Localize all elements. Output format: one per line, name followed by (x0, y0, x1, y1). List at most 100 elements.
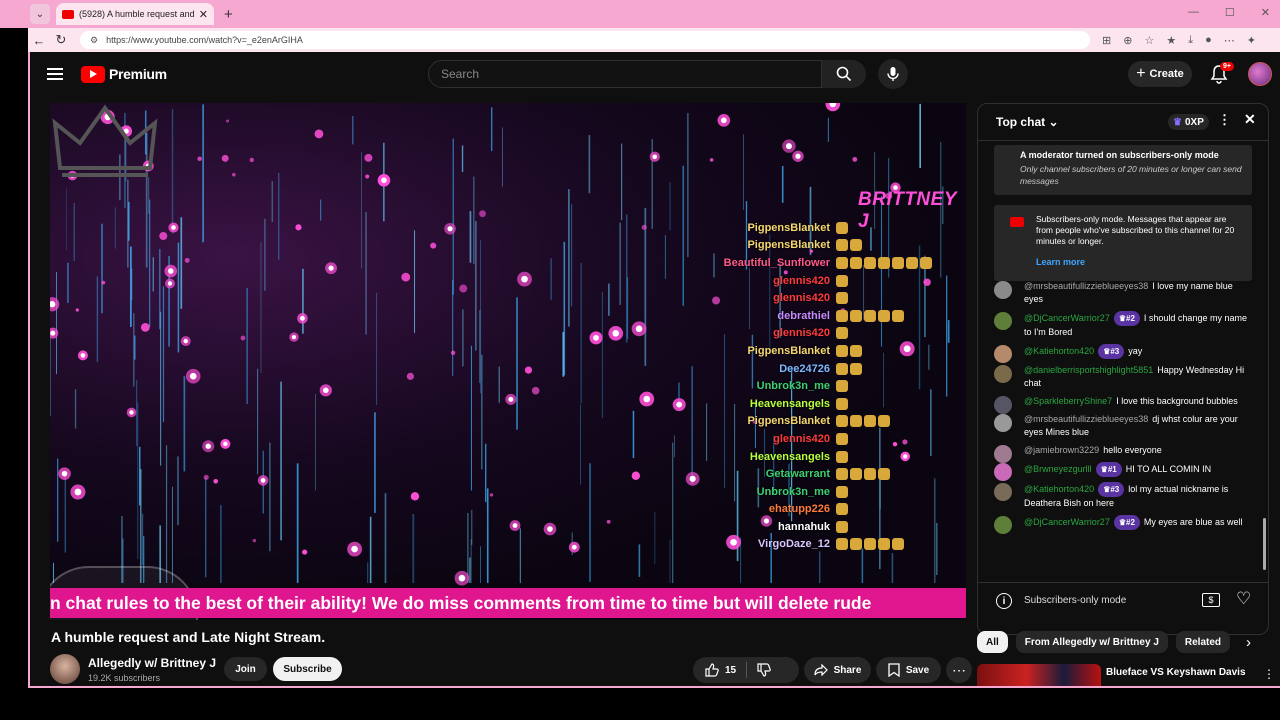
close-window-icon[interactable]: ✕ (1261, 6, 1270, 19)
emote-icon (920, 256, 932, 269)
like-button[interactable]: 15 (705, 663, 736, 677)
bubble-highlight (328, 265, 334, 271)
bookmark-star-icon[interactable]: ☆ (1144, 34, 1154, 47)
search-button[interactable] (822, 60, 866, 88)
pink-bubble (401, 272, 411, 282)
minimize-icon[interactable]: — (1188, 6, 1199, 19)
chat-author-name[interactable]: @mrsbeautifullizzieblueeyes38 (1024, 414, 1148, 424)
zoom-icon[interactable]: ⊕ (1123, 34, 1132, 47)
pink-bubble (197, 156, 202, 162)
pink-bubble (852, 156, 858, 162)
chat-messages: @mrsbeautifullizzieblueeyes38 I love my n… (978, 280, 1262, 535)
voice-search-button[interactable] (878, 59, 908, 89)
recommendation-item[interactable]: Blueface VS Keyshawn Davis ⋮ (977, 664, 1277, 686)
save-button[interactable]: Save (876, 657, 941, 683)
downloads-icon[interactable]: ⤓ (1188, 34, 1193, 47)
filter-chip[interactable]: From Allegedly w/ Brittney J (1015, 631, 1168, 653)
reload-icon[interactable]: ↻ (50, 32, 72, 48)
youtube-icon (1010, 217, 1024, 227)
recommendation-title[interactable]: Blueface VS Keyshawn Davis (1106, 667, 1246, 678)
heart-reaction-icon[interactable]: ♡ (1236, 589, 1251, 609)
chat-author-name[interactable]: @mrsbeautifullizzieblueeyes38 (1024, 281, 1148, 291)
chat-author-avatar[interactable] (994, 463, 1012, 481)
thumbs-down-icon[interactable] (757, 663, 771, 677)
gifter-rank-badge: ♛#1 (1095, 462, 1122, 477)
chat-more-icon[interactable]: ⋮ (1218, 112, 1231, 128)
chat-author-avatar[interactable] (994, 365, 1012, 383)
maximize-icon[interactable]: ☐ (1225, 6, 1235, 19)
chat-author-avatar[interactable] (994, 396, 1012, 414)
crown-icon: ♛ (1173, 116, 1182, 128)
chat-close-icon[interactable]: ✕ (1244, 111, 1256, 128)
bubble-highlight (381, 177, 387, 184)
emote-icon (836, 239, 848, 252)
chat-author-name[interactable]: @Katiehorton420 (1024, 346, 1094, 356)
pink-bubble (631, 471, 641, 480)
tab-search-chevron-icon[interactable]: ⌄ (30, 4, 50, 24)
translate-icon[interactable]: ⊞ (1102, 34, 1111, 47)
chat-message: @Katiehorton420 ♛#3 lol my actual nickname… (978, 482, 1262, 510)
overlay-chat-emotes (836, 380, 946, 393)
chat-scrollbar[interactable] (1263, 518, 1266, 570)
chat-author-avatar[interactable] (994, 483, 1012, 501)
chat-author-avatar[interactable] (994, 414, 1012, 432)
emote-icon (836, 292, 848, 305)
address-bar[interactable]: ⚙ https://www.youtube.com/watch?v=_e2enA… (80, 31, 1090, 49)
chat-author-name[interactable]: @jamiebrown3229 (1024, 445, 1099, 455)
account-avatar[interactable] (1248, 62, 1272, 86)
overlay-chat-row: PigpensBlanket (706, 219, 946, 237)
browser-menu-icon[interactable]: ⋯ (1224, 34, 1235, 47)
filter-chip[interactable]: Related (1175, 631, 1231, 653)
copilot-icon[interactable]: ✦ (1247, 34, 1256, 47)
channel-name[interactable]: Allegedly w/ Brittney J (88, 656, 216, 670)
bubble-highlight (521, 275, 528, 283)
chat-author-name[interactable]: @SparkleberryShine7 (1024, 396, 1112, 406)
youtube-premium-logo[interactable]: Premium (81, 65, 167, 83)
chat-author-name[interactable]: @Brwneyezgurlll (1024, 464, 1092, 474)
profile-icon[interactable]: ● (1205, 34, 1212, 46)
subscribe-button[interactable]: Subscribe (273, 657, 342, 681)
share-button[interactable]: Share (804, 657, 871, 683)
chat-author-avatar[interactable] (994, 312, 1012, 330)
recommendation-more-icon[interactable]: ⋮ (1263, 667, 1275, 681)
top-chat-dropdown[interactable]: Top chat ⌄ (996, 115, 1059, 129)
chevron-right-icon[interactable]: › (1246, 634, 1251, 651)
filter-chip[interactable]: All (977, 631, 1008, 653)
chat-author-avatar[interactable] (994, 281, 1012, 299)
recommendation-thumbnail[interactable] (977, 664, 1101, 686)
overlay-chat-row: Dee24726 (706, 360, 946, 378)
emote-icon (836, 468, 848, 481)
chat-message: @mrsbeautifullizzieblueeyes38 I love my n… (978, 280, 1262, 306)
reading-list-icon[interactable]: ★ (1166, 34, 1176, 47)
chat-author-name[interactable]: @Katiehorton420 (1024, 484, 1094, 494)
join-button[interactable]: Join (224, 657, 267, 681)
site-info-icon[interactable]: ⚙ (90, 35, 98, 46)
more-actions-icon[interactable]: ⋯ (946, 657, 972, 683)
guide-menu-icon[interactable] (47, 68, 63, 80)
create-button[interactable]: + Create (1128, 61, 1192, 87)
chat-author-avatar[interactable] (994, 516, 1012, 534)
channel-avatar[interactable] (50, 654, 80, 684)
overlay-chat-emotes (836, 327, 946, 340)
new-tab-icon[interactable]: + (224, 6, 233, 23)
moderator-notice-title: A moderator turned on subscribers-only m… (1020, 150, 1219, 160)
super-chat-icon[interactable]: $ (1202, 593, 1220, 607)
tab-close-icon[interactable]: ✕ (199, 8, 208, 21)
video-title: A humble request and Late Night Stream. (51, 629, 326, 645)
chat-author-name[interactable]: @danielberrisportshighlight5851 (1024, 365, 1153, 375)
xp-badge[interactable]: ♛ 0XP (1168, 114, 1209, 130)
video-player[interactable]: BRITTNEY J PigpensBlanket PigpensBlanket B… (50, 103, 966, 620)
chat-author-name[interactable]: @DjCancerWarrior27 (1024, 517, 1110, 527)
overlay-chat-row: VirgoDaze_12 (706, 536, 946, 554)
info-icon[interactable]: i (996, 593, 1012, 609)
emote-icon (864, 415, 876, 428)
browser-tab-active[interactable]: (5928) A humble request and Late ✕ (56, 3, 214, 25)
chat-author-avatar[interactable] (994, 445, 1012, 463)
learn-more-link[interactable]: Learn more (1036, 257, 1085, 268)
overlay-chat-username: Beautiful_Sunflower (723, 256, 830, 269)
chat-author-avatar[interactable] (994, 345, 1012, 363)
chat-author-name[interactable]: @DjCancerWarrior27 (1024, 313, 1110, 323)
pink-bubble (410, 492, 420, 501)
back-icon[interactable]: ← (28, 33, 50, 48)
search-input[interactable] (441, 67, 821, 81)
